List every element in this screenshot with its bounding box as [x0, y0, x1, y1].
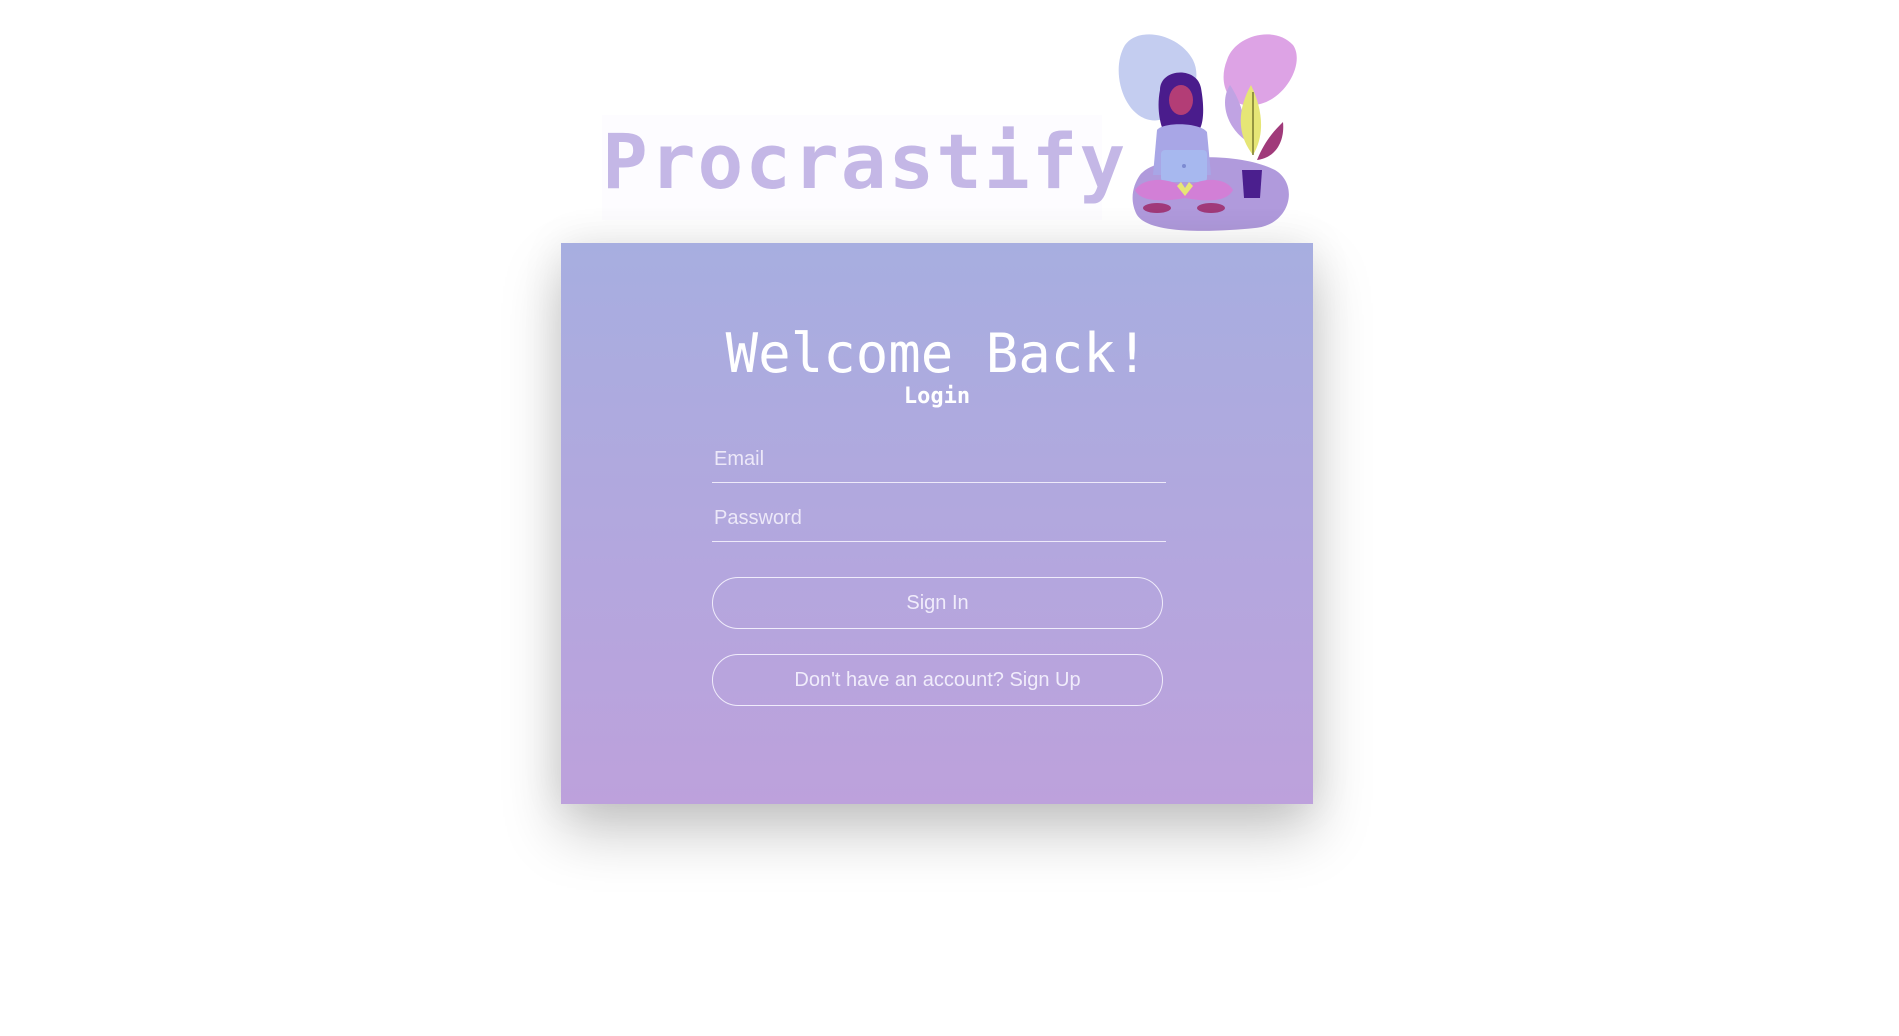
person-laptop-illustration-icon	[1118, 34, 1297, 231]
login-subheading: Login	[903, 384, 971, 409]
brand-title: Procrastify	[602, 117, 1128, 206]
email-input[interactable]	[712, 437, 1166, 483]
welcome-heading: Welcome Back!	[725, 322, 1149, 385]
login-card: Welcome Back! Login Sign In Don't have a…	[561, 243, 1313, 804]
password-input[interactable]	[712, 496, 1166, 542]
sign-up-button[interactable]: Don't have an account? Sign Up	[712, 654, 1163, 706]
sign-in-button[interactable]: Sign In	[712, 577, 1163, 629]
